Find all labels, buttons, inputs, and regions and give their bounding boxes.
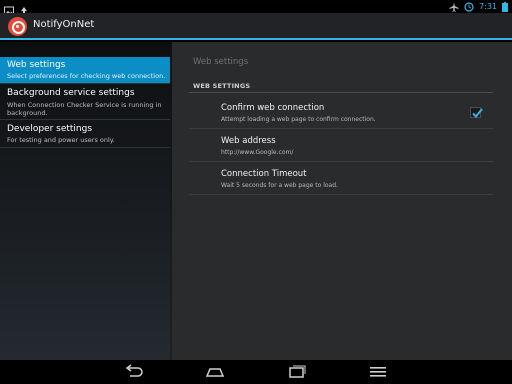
pref-connection-timeout[interactable]: Connection Timeout Wait 5 seconds for a …	[189, 162, 493, 195]
app-logo-icon[interactable]	[8, 17, 27, 36]
pref-summary: http://www.Google.com/	[221, 149, 294, 156]
header-title: Web settings	[7, 60, 66, 70]
detail-pane: Web settings WEB SETTINGS Confirm web co…	[172, 42, 512, 360]
status-time: 7:31	[479, 2, 497, 11]
pref-title: Confirm web connection	[221, 103, 325, 113]
header-summary: Select preferences for checking web conn…	[7, 72, 166, 80]
app-title: NotifyOnNet	[33, 19, 95, 30]
header-item-developer-settings[interactable]: Developer settings For testing and power…	[0, 120, 170, 148]
category-header: WEB SETTINGS	[193, 82, 251, 90]
header-summary: For testing and power users only.	[7, 136, 115, 144]
header-title: Background service settings	[7, 88, 135, 98]
header-item-background-service-settings[interactable]: Background service settings When Connect…	[0, 84, 170, 120]
navigation-bar	[0, 360, 512, 384]
menu-icon[interactable]	[366, 364, 390, 380]
action-bar: NotifyOnNet	[0, 13, 512, 40]
checkmark-icon	[472, 108, 483, 118]
recents-icon[interactable]	[285, 364, 309, 380]
status-bar: 7:31	[0, 0, 512, 16]
header-title: Developer settings	[7, 124, 93, 134]
pref-confirm-web-connection[interactable]: Confirm web connection Attempt loading a…	[189, 97, 493, 129]
pref-web-address[interactable]: Web address http://www.Google.com/	[189, 129, 493, 162]
back-icon[interactable]	[122, 364, 146, 380]
confirm-web-connection-checkbox[interactable]	[470, 107, 483, 118]
category-divider	[189, 92, 493, 93]
pref-title: Connection Timeout	[221, 169, 307, 179]
pref-summary: Attempt loading a web page to confirm co…	[221, 116, 376, 123]
home-icon[interactable]	[203, 364, 227, 380]
header-item-web-settings[interactable]: Web settings Select preferences for chec…	[0, 57, 170, 84]
preferences-screen: Web settings Select preferences for chec…	[0, 42, 512, 360]
breadcrumb: Web settings	[193, 57, 249, 67]
pref-summary: Wait 5 seconds for a web page to load.	[221, 182, 338, 189]
header-summary: When Connection Checker Service is runni…	[7, 101, 162, 117]
pref-title: Web address	[221, 136, 276, 146]
headers-list: Web settings Select preferences for chec…	[0, 42, 170, 360]
